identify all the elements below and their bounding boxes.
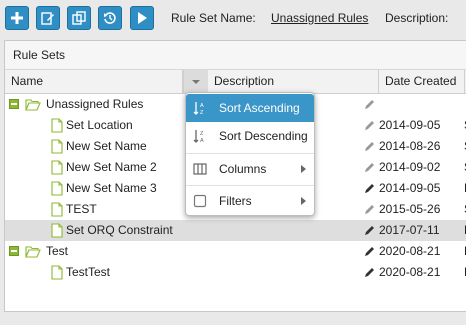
edit-pencil-icon[interactable]: [364, 99, 375, 110]
menu-item-sort-ascending[interactable]: AZ Sort Ascending: [186, 94, 314, 122]
copy-icon: [72, 11, 86, 25]
folder-open-icon: [25, 99, 41, 111]
menu-item-sort-descending[interactable]: ZA Sort Descending: [186, 122, 314, 150]
columns-icon: [193, 163, 207, 175]
menu-separator: [186, 153, 314, 154]
row-date: 2014-09-02: [379, 160, 441, 174]
menu-item-columns[interactable]: Columns: [186, 155, 314, 183]
row-date: 2014-09-05: [379, 181, 441, 195]
row-name: New Set Name 2: [66, 160, 157, 174]
edit-icon: [41, 12, 54, 25]
column-header-date-created[interactable]: Date Created: [379, 70, 465, 93]
row-name: Set ORQ Constraint: [66, 223, 173, 237]
row-name: TestTest: [66, 265, 111, 279]
add-button[interactable]: [5, 6, 29, 30]
menu-separator: [186, 185, 314, 186]
run-icon: [138, 12, 147, 24]
tree-row-selected[interactable]: Set ORQ Constraint 2017-07-11 D: [5, 220, 466, 241]
submenu-arrow-icon: [301, 197, 306, 205]
row-date: 2017-07-11: [379, 223, 440, 237]
column-menu-trigger[interactable]: [183, 70, 208, 93]
edit-pencil-icon[interactable]: [364, 246, 375, 257]
edit-pencil-icon[interactable]: [364, 267, 375, 278]
menu-item-label: Sort Descending: [219, 129, 308, 143]
edit-pencil-icon[interactable]: [364, 162, 375, 173]
rule-set-name-label: Rule Set Name:: [171, 11, 256, 25]
tree-row[interactable]: TestTest 2020-08-21 D: [5, 262, 466, 283]
row-date: 2014-08-26: [379, 139, 441, 153]
row-name: New Set Name: [66, 139, 147, 153]
row-date: 2015-05-26: [379, 202, 441, 216]
row-date: 2020-08-21: [379, 265, 441, 279]
file-icon: [51, 202, 63, 217]
sort-descending-icon: ZA: [193, 130, 204, 143]
sort-ascending-icon: AZ: [193, 102, 204, 115]
edit-pencil-icon[interactable]: [364, 225, 375, 236]
column-header: Name Description Date Created: [5, 70, 466, 94]
tree-row[interactable]: Test 2020-08-21 D: [5, 241, 466, 262]
collapse-toggle[interactable]: [9, 246, 19, 256]
file-icon: [51, 265, 63, 280]
menu-item-filters[interactable]: Filters: [186, 187, 314, 215]
toolbar: Rule Set Name: Unassigned Rules Descript…: [0, 0, 466, 36]
run-button[interactable]: [130, 6, 154, 30]
svg-text:A: A: [200, 138, 204, 143]
description-label: Description:: [385, 11, 449, 25]
rule-set-name-value[interactable]: Unassigned Rules: [271, 11, 368, 25]
folder-open-icon: [25, 246, 41, 258]
file-icon: [51, 139, 63, 154]
edit-pencil-icon[interactable]: [364, 204, 375, 215]
menu-item-label: Sort Ascending: [219, 101, 300, 115]
column-menu: AZ Sort Ascending ZA Sort Descending Col…: [185, 92, 315, 216]
svg-text:Z: Z: [200, 110, 204, 115]
add-icon: [11, 12, 23, 24]
edit-pencil-icon[interactable]: [364, 120, 375, 131]
submenu-arrow-icon: [301, 165, 306, 173]
row-name: Test: [46, 244, 69, 258]
file-icon: [51, 118, 63, 133]
column-header-description[interactable]: Description: [208, 70, 379, 93]
row-name: New Set Name 3: [66, 181, 157, 195]
panel-title: Rule Sets: [5, 41, 466, 70]
checkbox-icon[interactable]: [193, 194, 207, 208]
row-date: 2020-08-21: [379, 244, 441, 258]
file-icon: [51, 223, 63, 238]
file-icon: [51, 160, 63, 175]
row-date: 2014-09-05: [379, 118, 441, 132]
history-icon: [104, 12, 116, 24]
history-button[interactable]: [98, 6, 122, 30]
svg-text:Z: Z: [200, 131, 204, 137]
copy-button[interactable]: [67, 6, 91, 30]
edit-button[interactable]: [36, 6, 60, 30]
row-name: Unassigned Rules: [46, 97, 144, 111]
menu-item-label: Filters: [219, 194, 252, 208]
row-name: Set Location: [66, 118, 133, 132]
row-name: TEST: [66, 202, 97, 216]
collapse-toggle[interactable]: [9, 99, 19, 109]
svg-text:A: A: [200, 103, 204, 109]
edit-pencil-icon[interactable]: [364, 183, 375, 194]
menu-item-label: Columns: [219, 162, 267, 176]
column-header-name[interactable]: Name: [5, 70, 183, 93]
edit-pencil-icon[interactable]: [364, 141, 375, 152]
file-icon: [51, 181, 63, 196]
